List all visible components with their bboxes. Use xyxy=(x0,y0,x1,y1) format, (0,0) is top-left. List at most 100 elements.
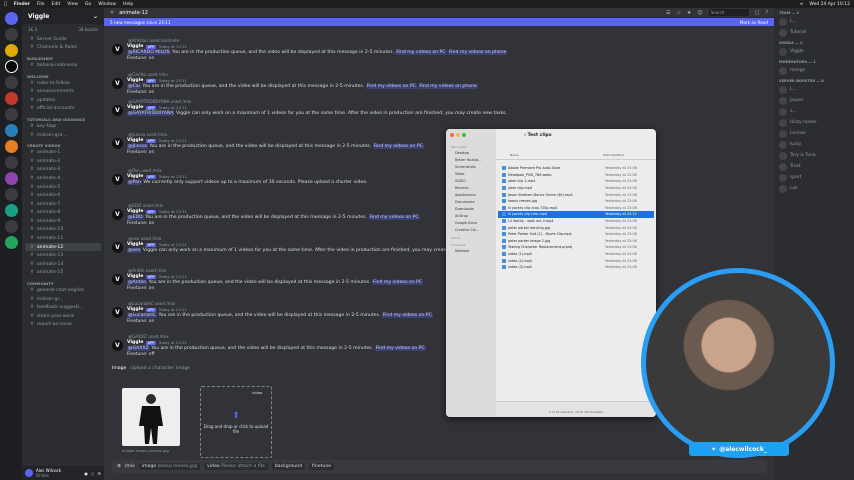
channel-item[interactable]: # animate-4 xyxy=(22,174,104,183)
character-image-preview[interactable] xyxy=(122,388,180,446)
gear-icon[interactable]: ⚙ xyxy=(97,471,101,476)
finder-sidebar-item[interactable]: VIDEO xyxy=(446,178,496,185)
find-videos-link[interactable]: Find my videos on PC xyxy=(372,144,424,149)
finder-file-row[interactable]: Jason Statham Dance Scene (4K).mp4 Yester… xyxy=(498,191,654,198)
channel-item[interactable]: # general-chat-english xyxy=(22,286,104,295)
viggle-avatar-icon[interactable]: V xyxy=(112,242,123,253)
member-item[interactable]: Hizzy rocker xyxy=(774,117,854,128)
channel-item[interactable]: # key-faqs xyxy=(22,122,104,131)
user-mention[interactable]: @GAXXZ xyxy=(127,346,150,351)
channel-category[interactable]: Community xyxy=(22,277,104,286)
channel-item[interactable]: # animate-12 xyxy=(25,242,101,252)
channel-item[interactable]: # rules-to-follow xyxy=(22,79,104,88)
channel-item[interactable]: # animate-10 xyxy=(22,226,104,235)
finder-sidebar-item[interactable]: Applications xyxy=(446,192,496,199)
channel-item[interactable]: # Channels & Roles xyxy=(22,44,104,53)
member-item[interactable]: mango xyxy=(774,65,854,76)
column-date[interactable]: Date Modified xyxy=(603,153,624,159)
find-videos-link[interactable]: Find my videos on phone xyxy=(418,84,478,89)
viggle-avatar-icon[interactable]: V xyxy=(112,174,123,185)
viggle-avatar-icon[interactable]: V xyxy=(112,274,123,285)
channel-item[interactable]: # share-your-work xyxy=(22,312,104,321)
member-item[interactable]: Trust xyxy=(774,161,854,172)
column-name[interactable]: Name xyxy=(510,153,603,159)
channel-item[interactable]: # feedback-suggesti... xyxy=(22,303,104,312)
find-videos-link[interactable]: Find my videos on PC xyxy=(381,313,433,318)
server-icon[interactable] xyxy=(4,140,18,153)
finder-file-row[interactable]: peter parker dancing.jpg Yesterday at 23:… xyxy=(498,224,654,231)
microphone-icon[interactable]: ● xyxy=(84,471,88,476)
finder-sidebar-item[interactable]: Better Youtub... xyxy=(446,157,496,164)
message-composer[interactable]: ⊕ /mix image keanu reeves.jpg video Plea… xyxy=(112,460,767,473)
mark-as-read-button[interactable]: Mark as Read xyxy=(740,20,768,25)
finder-sidebar-item[interactable]: Google Drive xyxy=(446,220,496,227)
finder-sidebar-item[interactable]: Desktop xyxy=(446,150,496,157)
channel-item[interactable]: # animate-7 xyxy=(22,200,104,209)
user-mention[interactable]: @sex xyxy=(127,248,142,253)
help-icon[interactable]: ? xyxy=(765,10,768,16)
inbox-icon[interactable]: □ xyxy=(755,10,760,16)
finder-file-row[interactable]: Deadpool_PGN_760.webp Yesterday at 23:08 xyxy=(498,172,654,179)
finder-sidebar-item[interactable]: Creative Clo... xyxy=(446,227,496,234)
finder-file-row[interactable]: joker clip 2.mp4 Yesterday at 23:08 xyxy=(498,178,654,185)
server-icon[interactable] xyxy=(4,204,18,217)
channel-item[interactable]: # motion-gr... xyxy=(22,295,104,304)
wifi-icon[interactable]: ≈ xyxy=(800,2,804,7)
channel-item[interactable]: # animate-6 xyxy=(22,191,104,200)
close-icon[interactable] xyxy=(450,133,454,137)
channel-item[interactable]: # Server Guide xyxy=(22,35,104,44)
finder-file-row[interactable]: video (1).mp4 Yesterday at 23:08 xyxy=(498,251,654,258)
user-mention[interactable]: @GAYATRIDIDIYANA xyxy=(127,111,175,116)
finder-sidebar-item[interactable]: Recents xyxy=(446,185,496,192)
menu-item[interactable]: Window xyxy=(98,2,116,7)
menu-item[interactable]: Edit xyxy=(52,2,61,7)
member-item[interactable]: Lennox xyxy=(774,128,854,139)
minimize-icon[interactable] xyxy=(456,133,460,137)
headphones-icon[interactable]: ○ xyxy=(91,471,95,476)
server-icon[interactable] xyxy=(4,92,18,105)
user-mention[interactable]: @RICARDO MILOS xyxy=(127,50,171,55)
discord-home-icon[interactable] xyxy=(4,12,18,25)
channel-item[interactable]: # report-an-issue xyxy=(22,321,104,330)
server-icon[interactable] xyxy=(4,124,18,137)
channel-item[interactable]: # animate-9 xyxy=(22,217,104,226)
add-attachment-icon[interactable]: ⊕ xyxy=(117,464,121,469)
background-option-chip[interactable]: background xyxy=(271,463,306,470)
finder-file-row[interactable]: lil yachty clip crop 720p.mp4 Yesterday a… xyxy=(498,205,654,212)
finder-file-row[interactable]: joker clip.mp4 Yesterday at 23:08 xyxy=(498,185,654,192)
viggle-avatar-icon[interactable]: V xyxy=(112,340,123,351)
menu-item[interactable]: View xyxy=(67,2,78,7)
finder-file-row[interactable]: lil yachty clip trim.mp4 Yesterday at 23:… xyxy=(498,211,654,218)
server-icon[interactable] xyxy=(4,44,18,57)
menu-item[interactable]: Help xyxy=(123,2,133,7)
threads-icon[interactable]: ☰ xyxy=(666,10,670,16)
server-icon[interactable] xyxy=(4,188,18,201)
find-videos-link[interactable]: Find my videos on PC xyxy=(365,84,417,89)
member-item[interactable]: L... xyxy=(774,84,854,95)
apple-icon[interactable]:  xyxy=(4,2,7,7)
clock[interactable]: Wed 24 Apr 10:12 xyxy=(809,2,850,7)
finder-sidebar-item[interactable]: AirDrop xyxy=(446,213,496,220)
channel-item[interactable]: # animate-2 xyxy=(22,157,104,166)
viggle-avatar-icon[interactable]: V xyxy=(112,209,123,220)
finder-sidebar-item[interactable]: Screenshots xyxy=(446,164,496,171)
channel-item[interactable]: # animate-15 xyxy=(22,269,104,278)
channel-category[interactable]: Create Videos xyxy=(22,139,104,148)
video-option-chip[interactable]: video Please attach a file xyxy=(204,463,268,470)
channel-item[interactable]: # animate-3 xyxy=(22,166,104,175)
server-icon[interactable] xyxy=(4,156,18,169)
channel-item[interactable]: # animate-11 xyxy=(22,234,104,243)
channel-item[interactable]: # official-accounts xyxy=(22,105,104,114)
user-mention[interactable]: @Cai xyxy=(127,84,141,89)
finder-sidebar-item[interactable]: Downloads xyxy=(446,206,496,213)
add-server-icon[interactable] xyxy=(4,236,18,249)
channel-category[interactable]: Welcome xyxy=(22,70,104,79)
find-videos-link[interactable]: Find my videos on PC xyxy=(372,280,424,285)
finder-file-row[interactable]: video (2).mp4 Yesterday at 23:08 xyxy=(498,257,654,264)
server-icon[interactable] xyxy=(4,28,18,41)
finder-sidebar-item[interactable]: Network xyxy=(446,248,496,255)
find-videos-link[interactable]: Find my videos on PC xyxy=(374,346,426,351)
video-upload-dropzone[interactable]: ⬆ Drag and drop or click to upload file xyxy=(200,386,272,458)
channel-item[interactable]: # announcements xyxy=(22,87,104,96)
user-mention[interactable]: @JLessa xyxy=(127,144,148,149)
